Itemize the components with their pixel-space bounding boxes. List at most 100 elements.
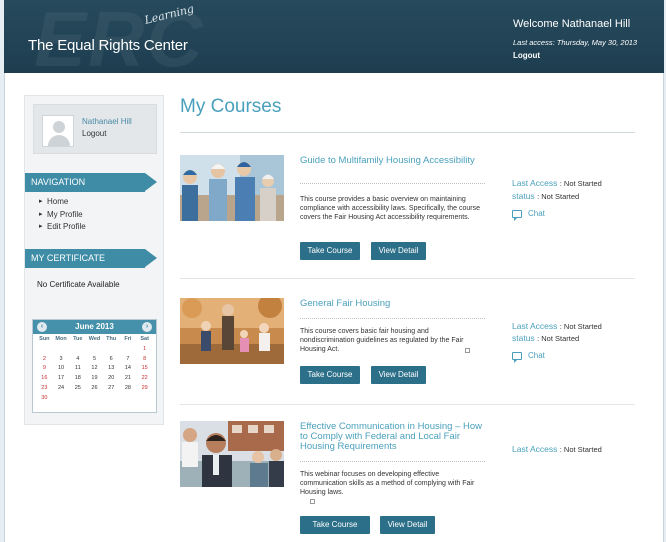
take-course-button[interactable]: Take Course — [300, 516, 370, 534]
calendar-day[interactable]: 11 — [69, 364, 86, 374]
title-underline — [300, 318, 485, 319]
calendar-next-icon[interactable]: › — [142, 322, 152, 332]
calendar-weekday: Sun — [39, 336, 50, 342]
calendar-day[interactable]: 8 — [136, 355, 153, 365]
chat-label: Chat — [528, 351, 545, 360]
info-icon — [465, 348, 470, 353]
nav-item-my-profile[interactable]: My Profile — [39, 210, 86, 223]
site-logo[interactable]: The Equal Rights Center — [28, 37, 188, 54]
last-access-text: Last access: Thursday, May 30, 2013 — [513, 38, 638, 47]
calendar-empty-cell — [86, 394, 103, 404]
calendar-empty-cell — [136, 394, 153, 404]
calendar-day[interactable]: 25 — [69, 384, 86, 394]
certificate-heading: MY CERTIFICATE — [25, 249, 157, 268]
calendar-weekday: Mon — [55, 336, 67, 342]
info-icon — [310, 499, 315, 504]
calendar-empty-cell — [36, 345, 53, 355]
last-access-value: : Not Started — [559, 445, 602, 454]
last-access-info: Last Access : Not Started — [512, 178, 602, 188]
calendar-empty-cell — [69, 394, 86, 404]
calendar-day[interactable]: 15 — [136, 364, 153, 374]
calendar-day[interactable]: 19 — [86, 374, 103, 384]
status-label: status — [512, 191, 535, 201]
calendar-day[interactable]: 4 — [69, 355, 86, 365]
calendar-day[interactable]: 26 — [86, 384, 103, 394]
course-title-link[interactable]: Guide to Multifamily Housing Accessibili… — [300, 156, 490, 166]
page-title: My Courses — [180, 96, 282, 117]
calendar-day[interactable]: 9 — [36, 364, 53, 374]
sidebar-logout-link[interactable]: Logout — [82, 129, 106, 138]
calendar-empty-cell — [86, 345, 103, 355]
calendar-day[interactable]: 16 — [36, 374, 53, 384]
calendar-day[interactable]: 12 — [86, 364, 103, 374]
calendar-day[interactable]: 21 — [120, 374, 137, 384]
course-card: Effective Communication in Housing – How… — [180, 421, 640, 541]
welcome-message: Welcome Nathanael Hill — [513, 18, 631, 30]
last-access-value: : Not Started — [559, 179, 602, 188]
calendar-prev-icon[interactable]: ‹ — [37, 322, 47, 332]
sidebar-user-name[interactable]: Nathanael Hill — [82, 117, 132, 126]
calendar-day[interactable]: 20 — [103, 374, 120, 384]
nav-item-home[interactable]: Home — [39, 197, 86, 210]
status-value: : Not Started — [537, 192, 580, 201]
course-thumbnail-family[interactable] — [180, 298, 284, 364]
calendar-day[interactable]: 23 — [36, 384, 53, 394]
view-detail-button[interactable]: View Detail — [371, 366, 426, 384]
calendar-day[interactable]: 27 — [103, 384, 120, 394]
sidebar: Nathanael Hill Logout NAVIGATION Home My… — [24, 95, 164, 425]
calendar-day[interactable]: 2 — [36, 355, 53, 365]
course-thumbnail-construction[interactable] — [180, 155, 284, 221]
calendar-day[interactable]: 6 — [103, 355, 120, 365]
course-separator — [180, 278, 635, 279]
view-detail-button[interactable]: View Detail — [371, 242, 426, 260]
calendar-day[interactable]: 5 — [86, 355, 103, 365]
calendar-day[interactable]: 13 — [103, 364, 120, 374]
calendar-empty-cell — [120, 394, 137, 404]
status-value: : Not Started — [537, 334, 580, 343]
calendar-day[interactable]: 7 — [120, 355, 137, 365]
calendar-grid: Sun Mon Tue Wed Thu Fri Sat 1 2 3 4 5 6 7 8 9 10 11 12 13 14… — [33, 334, 156, 404]
calendar-weekday: Tue — [73, 336, 83, 342]
status-label: status — [512, 333, 535, 343]
status-info: status : Not Started — [512, 191, 579, 201]
take-course-button[interactable]: Take Course — [300, 366, 360, 384]
status-info: status : Not Started — [512, 333, 579, 343]
calendar-empty-cell — [120, 345, 137, 355]
calendar-widget: ‹ June 2013 › Sun Mon Tue Wed Thu Fri Sat 1 2 3 4 5… — [32, 319, 157, 413]
course-separator — [180, 404, 635, 405]
course-title-link[interactable]: General Fair Housing — [300, 299, 490, 309]
course-description: This webinar focuses on developing effec… — [300, 471, 475, 496]
calendar-empty-cell — [103, 345, 120, 355]
calendar-day[interactable]: 22 — [136, 374, 153, 384]
chat-link[interactable]: Chat — [512, 209, 545, 221]
chat-label: Chat — [528, 209, 545, 218]
navigation-list: Home My Profile Edit Profile — [39, 197, 86, 235]
title-underline — [300, 183, 485, 184]
calendar-day[interactable]: 18 — [69, 374, 86, 384]
calendar-empty-cell — [103, 394, 120, 404]
course-description: This course covers basic fair housing an… — [300, 328, 464, 353]
course-card: General Fair Housing This course covers … — [180, 298, 640, 393]
course-description: This course provides a basic overview on… — [300, 196, 480, 221]
calendar-day[interactable]: 3 — [53, 355, 70, 365]
nav-item-edit-profile[interactable]: Edit Profile — [39, 222, 86, 235]
calendar-weekday: Sat — [140, 336, 149, 342]
chat-link[interactable]: Chat — [512, 351, 545, 363]
calendar-day[interactable]: 1 — [136, 345, 153, 355]
course-thumbnail-businessman[interactable] — [180, 421, 284, 487]
calendar-day[interactable]: 30 — [36, 394, 53, 404]
header-logout-link[interactable]: Logout — [513, 51, 540, 60]
calendar-day[interactable]: 29 — [136, 384, 153, 394]
calendar-day[interactable]: 24 — [53, 384, 70, 394]
calendar-day[interactable]: 10 — [53, 364, 70, 374]
last-access-label: Last Access — [512, 178, 558, 188]
calendar-day[interactable]: 28 — [120, 384, 137, 394]
chat-icon — [512, 209, 522, 221]
course-title-link[interactable]: Effective Communication in Housing – How… — [300, 422, 490, 452]
calendar-day[interactable]: 17 — [53, 374, 70, 384]
view-detail-button[interactable]: View Detail — [380, 516, 435, 534]
last-access-label: Last Access — [512, 321, 558, 331]
calendar-day[interactable]: 14 — [120, 364, 137, 374]
take-course-button[interactable]: Take Course — [300, 242, 360, 260]
last-access-value: : Not Started — [559, 322, 602, 331]
